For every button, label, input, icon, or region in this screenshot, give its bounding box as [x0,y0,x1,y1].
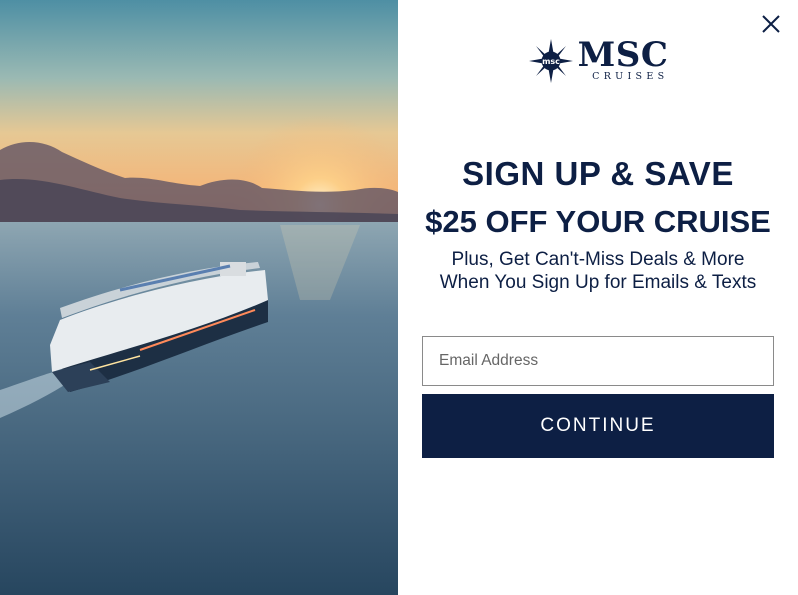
headline-offer: $25 OFF YOUR CRUISE [425,204,771,239]
email-input[interactable] [422,336,774,386]
signup-modal: msc MSC CRUISES SIGN UP & SAVE $25 OFF Y… [0,0,798,595]
continue-button[interactable]: CONTINUE [422,394,774,458]
subtext: Plus, Get Can't-Miss Deals & More When Y… [418,248,778,294]
logo-brand: MSC [577,35,669,75]
cruise-ship-illustration [0,0,398,595]
logo-emblem-text: msc [542,57,560,66]
headline-primary: SIGN UP & SAVE [462,155,734,192]
logo-sub: CRUISES [592,71,669,82]
close-icon[interactable] [760,13,782,35]
logo-wordmark: MSC CRUISES [577,35,669,83]
signup-panel: msc MSC CRUISES SIGN UP & SAVE $25 OFF Y… [398,0,798,595]
subtext-line-1: Plus, Get Can't-Miss Deals & More [451,249,745,270]
msc-logo: msc MSC CRUISES [398,38,798,84]
subtext-line-2: When You Sign Up for Emails & Texts [439,272,757,293]
hero-image [0,0,398,595]
compass-rose-icon: msc [528,39,573,83]
